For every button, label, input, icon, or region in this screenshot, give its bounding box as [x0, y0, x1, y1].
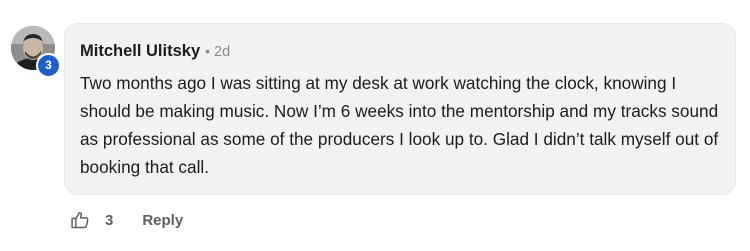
like-count: 3 [105, 211, 114, 229]
comment-meta: Mitchell Ulitsky • 2d [80, 42, 230, 61]
author-name[interactable]: Mitchell Ulitsky [80, 42, 200, 61]
comment-timestamp[interactable]: 2d [214, 44, 230, 60]
meta-separator: • [205, 43, 211, 59]
level-badge: 3 [36, 53, 61, 78]
thumbs-up-icon[interactable] [70, 210, 90, 230]
avatar-container[interactable]: 3 [11, 26, 61, 78]
comment-bubble: Mitchell Ulitsky • 2d Two months ago I w… [64, 23, 736, 195]
comment-body: Two months ago I was sitting at my desk … [80, 73, 719, 177]
comment-card: 3 Mitchell Ulitsky • 2d Two months ago I… [0, 0, 750, 251]
reply-button[interactable]: Reply [142, 212, 183, 229]
comment-actions: 3 Reply [70, 207, 183, 233]
